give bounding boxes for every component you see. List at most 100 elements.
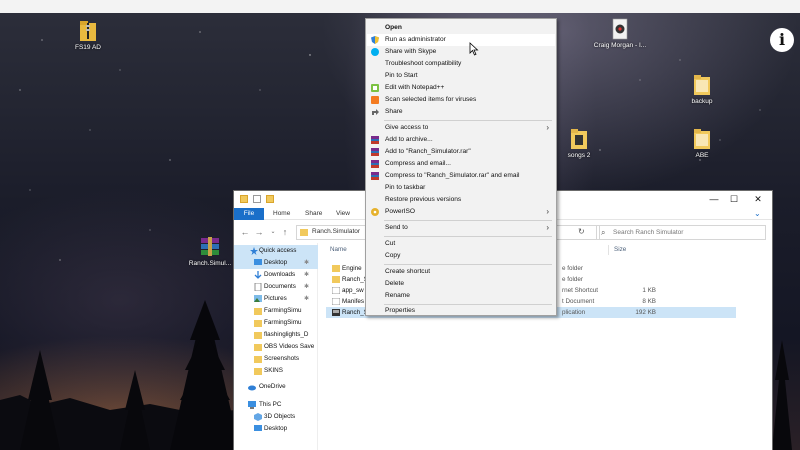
mouse-cursor-icon	[469, 42, 479, 56]
menu-item-label: Rename	[385, 292, 410, 299]
desktop-icon-label: Craig Morgan - I...	[593, 42, 647, 49]
menu-item-rename[interactable]: Rename	[367, 290, 555, 302]
desktop-icon-songs-2[interactable]: songs 2	[549, 128, 609, 160]
desktop-icon-ranch-simulator[interactable]: Ranch.Simul...	[180, 236, 240, 268]
menu-item-label: Cut	[385, 240, 396, 247]
menu-item-compress-to-rar-and-email[interactable]: Compress to "Ranch_Simulator.rar" and em…	[367, 170, 555, 182]
menu-item-label: Compress to "Ranch_Simulator.rar" and em…	[385, 172, 520, 179]
music-file-icon	[612, 18, 628, 40]
nav-folder-obs-videos[interactable]: OBS Videos Save	[234, 341, 318, 353]
desktop-icon-fs19-ad[interactable]: FS19 AD	[58, 20, 118, 52]
nav-desktop[interactable]: Desktop ✱	[234, 257, 318, 269]
maximize-button[interactable]: ☐	[724, 193, 744, 206]
nav-label: Documents	[264, 283, 296, 290]
tab-view[interactable]: View	[331, 208, 355, 220]
context-menu: Open Run as administrator Share with Sky…	[365, 18, 557, 316]
nav-quick-access[interactable]: Quick access	[234, 245, 318, 257]
menu-item-cut[interactable]: Cut	[367, 238, 555, 250]
menu-item-delete[interactable]: Delete	[367, 278, 555, 290]
menu-item-run-as-administrator[interactable]: Run as administrator	[367, 34, 555, 46]
menu-item-open[interactable]: Open	[367, 22, 555, 34]
menu-item-label: Properties	[385, 307, 416, 314]
nav-documents[interactable]: Documents ✱	[234, 281, 318, 293]
file-size: 8 KB	[642, 298, 656, 305]
submenu-arrow-icon: ›	[546, 123, 549, 132]
file-name: Engine	[342, 265, 362, 272]
menu-item-pin-to-taskbar[interactable]: Pin to taskbar	[367, 182, 555, 194]
desktop-icon-label: backup	[691, 98, 713, 105]
menu-item-properties[interactable]: Properties	[367, 305, 555, 317]
nav-label: OBS Videos Save	[264, 343, 315, 350]
nav-pictures[interactable]: Pictures ✱	[234, 293, 318, 305]
address-path: Ranch.Simulator	[312, 228, 361, 235]
quick-access-new-folder-icon[interactable]	[266, 195, 274, 203]
menu-item-troubleshoot-compatibility[interactable]: Troubleshoot compatibility	[367, 58, 555, 70]
back-arrow-icon[interactable]: ←	[240, 226, 250, 238]
recent-dropdown-icon[interactable]: ⌄	[268, 226, 278, 238]
document-file-icon	[332, 298, 340, 305]
info-button[interactable]: i	[770, 28, 794, 52]
menu-item-share[interactable]: Share	[367, 106, 555, 118]
menu-item-poweriso[interactable]: PowerISO ›	[367, 206, 555, 218]
menu-item-send-to[interactable]: Send to ›	[367, 222, 555, 234]
search-input[interactable]: ⌕ Search Ranch Simulator	[596, 225, 766, 240]
nav-label: flashinglights_D	[264, 331, 309, 338]
close-button[interactable]: ✕	[748, 193, 768, 206]
menu-item-scan-for-viruses[interactable]: Scan selected items for viruses	[367, 94, 555, 106]
poweriso-icon	[371, 208, 379, 216]
submenu-arrow-icon: ›	[546, 223, 549, 232]
column-header-size[interactable]: Size	[614, 246, 626, 253]
nav-onedrive[interactable]: OneDrive	[234, 381, 318, 393]
menu-item-copy[interactable]: Copy	[367, 250, 555, 262]
menu-item-pin-to-start[interactable]: Pin to Start	[367, 70, 555, 82]
column-header-name[interactable]: Name	[330, 246, 347, 253]
quick-access-dropdown-icon[interactable]	[279, 195, 287, 203]
nav-desktop-pc[interactable]: Desktop	[234, 423, 318, 435]
nav-3d-objects[interactable]: 3D Objects	[234, 411, 318, 423]
menu-item-edit-with-notepad-plus[interactable]: Edit with Notepad++	[367, 82, 555, 94]
navigation-pane: Quick access Desktop ✱ Downloads ✱ Docum…	[234, 243, 318, 450]
quick-access-folder-icon[interactable]	[240, 195, 248, 203]
menu-separator	[384, 220, 552, 221]
tab-share[interactable]: Share	[300, 208, 327, 220]
skype-icon	[371, 48, 379, 56]
tab-home[interactable]: Home	[268, 208, 295, 220]
tab-file[interactable]: File	[234, 208, 264, 220]
menu-item-label: Scan selected items for viruses	[385, 96, 477, 103]
menu-item-share-with-skype[interactable]: Share with Skype	[367, 46, 555, 58]
desktop-icon-backup[interactable]: backup	[672, 74, 732, 106]
up-arrow-icon[interactable]: ↑	[280, 226, 290, 238]
quick-access-properties-icon[interactable]	[253, 195, 261, 203]
menu-item-restore-previous-versions[interactable]: Restore previous versions	[367, 194, 555, 206]
menu-item-label: Send to	[385, 224, 408, 231]
menu-item-add-to-archive[interactable]: Add to archive...	[367, 134, 555, 146]
menu-item-give-access-to[interactable]: Give access to ›	[367, 122, 555, 134]
nav-this-pc[interactable]: This PC	[234, 399, 318, 411]
menu-separator	[384, 264, 552, 265]
nav-folder-farmingsimu-2[interactable]: FarmingSimu	[234, 317, 318, 329]
forward-arrow-icon[interactable]: →	[254, 226, 264, 238]
ribbon-expand-icon[interactable]: ⌄	[754, 209, 761, 218]
menu-item-compress-and-email[interactable]: Compress and email...	[367, 158, 555, 170]
nav-folder-screenshots[interactable]: Screenshots	[234, 353, 318, 365]
nav-label: Screenshots	[264, 355, 300, 362]
menu-item-label: Share with Skype	[385, 48, 437, 55]
minimize-button[interactable]: —	[704, 193, 724, 206]
application-icon	[332, 309, 340, 316]
nav-folder-flashinglights[interactable]: flashinglights_D	[234, 329, 318, 341]
file-type: rnet Shortcut	[562, 287, 599, 294]
menu-item-add-to-ranch-rar[interactable]: Add to "Ranch_Simulator.rar"	[367, 146, 555, 158]
folder-icon	[332, 265, 340, 272]
folder-icon	[254, 368, 262, 375]
nav-downloads[interactable]: Downloads ✱	[234, 269, 318, 281]
nav-folder-farmingsimu-1[interactable]: FarmingSimu	[234, 305, 318, 317]
address-refresh-icon[interactable]: ↻	[578, 227, 585, 236]
menu-item-label: Compress and email...	[385, 160, 451, 167]
desktop-icon-craig-morgan[interactable]: Craig Morgan - I...	[590, 18, 650, 50]
menu-item-label: Delete	[385, 280, 405, 287]
download-icon	[254, 271, 262, 279]
menu-item-create-shortcut[interactable]: Create shortcut	[367, 266, 555, 278]
search-icon: ⌕	[601, 228, 606, 237]
nav-folder-skins[interactable]: SKINS	[234, 365, 318, 377]
desktop-icon-abe[interactable]: ABE	[672, 128, 732, 160]
